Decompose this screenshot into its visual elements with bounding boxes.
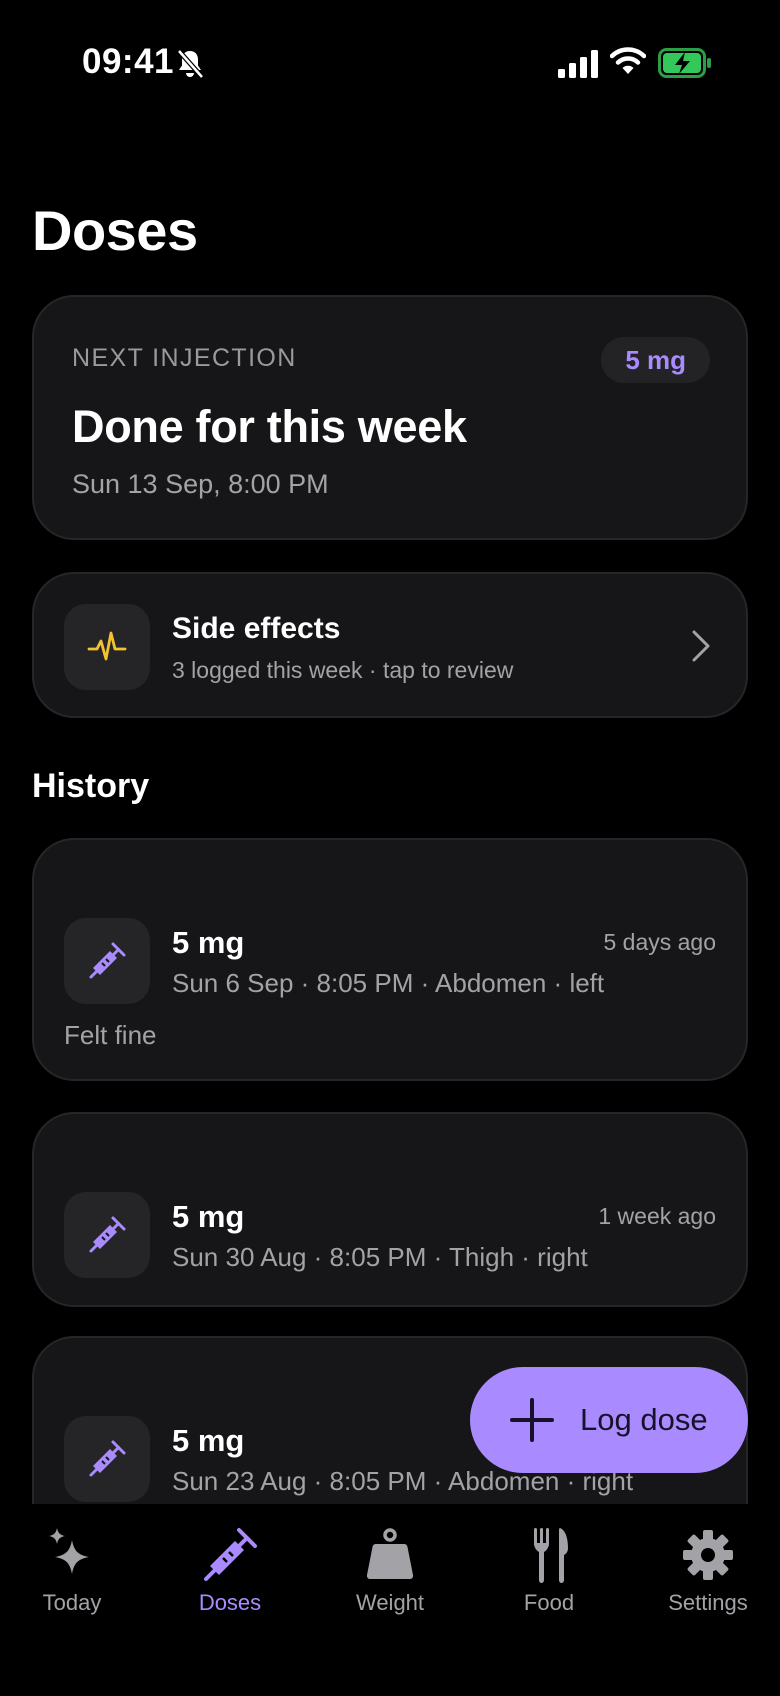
side-effects-title: Side effects — [172, 612, 341, 645]
dose-relative-time: 1 week ago — [598, 1203, 716, 1229]
gear-icon — [683, 1530, 733, 1580]
fork-knife-icon — [534, 1528, 568, 1583]
dose-detail: Sun 6 Sep · 8:05 PM · Abdomen · left — [172, 968, 605, 998]
cellular-signal-icon — [558, 50, 598, 78]
dose-detail: Sun 30 Aug · 8:05 PM · Thigh · right — [172, 1242, 588, 1272]
history-title: History — [32, 767, 150, 805]
next-injection-date: Sun 13 Sep, 8:00 PM — [72, 469, 329, 499]
log-dose-label: Log dose — [580, 1402, 708, 1437]
tab-food[interactable]: Food — [479, 1526, 619, 1616]
dose-amount: 5 mg — [172, 1423, 245, 1458]
dose-relative-time: 5 days ago — [603, 929, 716, 955]
syringe-icon — [204, 1528, 257, 1581]
tab-label: Food — [523, 1590, 575, 1615]
dose-icon-tile — [64, 918, 150, 1004]
tab-label: Settings — [668, 1590, 748, 1615]
tab-label: Today — [42, 1590, 102, 1615]
tab-doses[interactable]: Doses — [160, 1526, 300, 1616]
dose-note: Felt fine — [64, 1020, 157, 1050]
history-row[interactable]: 5 mg 1 week ago Sun 30 Aug · 8:05 PM · T… — [32, 1112, 748, 1307]
pulse-icon — [87, 631, 127, 661]
side-effects-icon-tile — [64, 604, 150, 690]
tab-label: Weight — [355, 1590, 425, 1615]
dose-icon-tile — [64, 1192, 150, 1278]
wifi-icon — [610, 47, 646, 74]
syringe-icon — [89, 1440, 126, 1477]
sparkles-icon — [49, 1528, 89, 1574]
plus-icon — [510, 1398, 554, 1442]
chevron-right-icon — [692, 630, 710, 662]
status-time: 09:41 — [82, 42, 175, 81]
side-effects-card[interactable]: Side effects 3 logged this week · tap to… — [32, 572, 748, 718]
next-injection-status: Done for this week — [72, 401, 467, 452]
tab-label: Doses — [198, 1590, 262, 1615]
dose-amount: 5 mg — [172, 1199, 245, 1234]
side-effects-subtitle: 3 logged this week · tap to review — [172, 657, 514, 683]
dose-badge: 5 mg — [601, 337, 710, 383]
dose-amount: 5 mg — [172, 925, 245, 960]
weight-icon — [366, 1528, 414, 1579]
tab-settings[interactable]: Settings — [638, 1526, 778, 1616]
next-injection-label: NEXT INJECTION — [72, 344, 297, 372]
tab-today[interactable]: Today — [2, 1526, 142, 1616]
tab-weight[interactable]: Weight — [320, 1526, 460, 1616]
log-dose-button[interactable]: Log dose — [470, 1367, 748, 1473]
next-injection-card[interactable]: NEXT INJECTION 5 mg Done for this week S… — [32, 295, 748, 540]
bell-slash-icon — [177, 49, 204, 79]
syringe-icon — [89, 942, 126, 979]
status-bar: 09:41 — [0, 0, 780, 130]
page-title: Doses — [32, 199, 198, 262]
tab-bar: Today Doses Weight Food Settings — [0, 1504, 780, 1696]
syringe-icon — [89, 1216, 126, 1253]
dose-icon-tile — [64, 1416, 150, 1502]
battery-charging-icon — [658, 48, 711, 78]
history-row[interactable]: 5 mg 5 days ago Sun 6 Sep · 8:05 PM · Ab… — [32, 838, 748, 1081]
